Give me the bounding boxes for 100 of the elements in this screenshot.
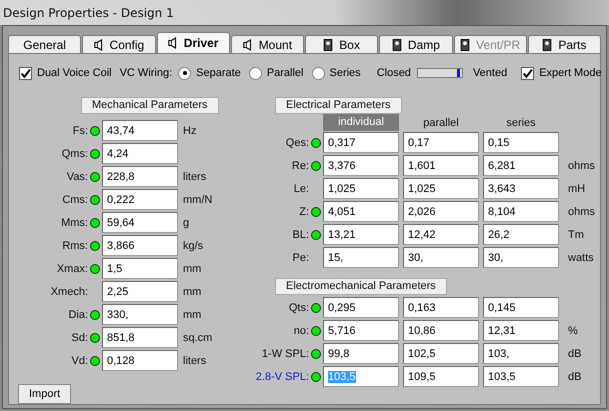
unit-label: watts (568, 252, 594, 264)
input-field[interactable]: 59,64 (102, 212, 178, 233)
unit-label: liters (183, 354, 206, 366)
input-field[interactable]: 2,026 (403, 201, 479, 222)
input-field[interactable]: 0,295 (323, 297, 399, 318)
input-field[interactable]: 0,128 (102, 350, 178, 371)
radio-button[interactable] (248, 66, 262, 80)
input-field[interactable]: 330, (102, 304, 178, 325)
input-field[interactable]: 102,5 (403, 343, 479, 364)
unit-label: mm (183, 308, 202, 320)
input-field[interactable]: 109,5 (403, 366, 479, 387)
input-field[interactable]: 43,74 (102, 120, 178, 141)
radio-button[interactable] (312, 66, 324, 80)
parameter-label: Fs: (72, 124, 88, 136)
unit-label: % (568, 324, 578, 336)
slider-label: Closed (376, 67, 411, 79)
parameter-label: Sd: (70, 332, 88, 344)
input-field[interactable]: 1,5 (102, 258, 178, 279)
input-field[interactable]: 6,281 (483, 155, 559, 176)
checkbox[interactable] (19, 66, 32, 80)
unit-label: mm (183, 262, 202, 274)
input-field[interactable]: 3,866 (102, 235, 178, 256)
column-header[interactable]: parallel (403, 116, 479, 128)
input-field[interactable]: 12,31 (483, 320, 559, 341)
slider-label: Vented (472, 67, 508, 79)
input-field[interactable]: 0,222 (102, 189, 178, 210)
section-header: Mechanical Parameters (81, 97, 219, 114)
radio-label: Separate (196, 67, 241, 79)
unit-label: mm (183, 286, 202, 298)
input-field[interactable]: 0,15 (483, 132, 559, 153)
unit-label: ohms (568, 160, 595, 172)
unit-label: sq.cm (183, 332, 212, 344)
checkbox[interactable] (521, 66, 534, 80)
input-field[interactable]: 99,8 (323, 343, 399, 364)
input-field[interactable]: 0,17 (403, 132, 479, 153)
input-field[interactable]: 13,21 (323, 224, 399, 245)
window-title: Design Properties - Design 1 (3, 6, 174, 20)
input-field[interactable]: 4,051 (323, 201, 399, 222)
input-field[interactable]: 103, (483, 343, 559, 364)
input-field[interactable]: 10,86 (403, 320, 479, 341)
parameter-label: Vas: (66, 170, 88, 182)
radio-button[interactable] (178, 66, 192, 80)
input-field[interactable]: 103,5 (483, 366, 559, 387)
unit-label: mH (568, 182, 586, 194)
radio-label: Parallel (266, 67, 304, 79)
tab[interactable]: Damp (379, 35, 452, 53)
parameter-label: Qes: (284, 136, 309, 148)
parameter-label: Qts: (288, 302, 309, 314)
tab[interactable]: General (8, 35, 82, 53)
parameter-label: Cms: (61, 194, 88, 206)
column-header[interactable]: individual (323, 114, 399, 131)
input-field[interactable]: 3,643 (483, 178, 559, 199)
slider-track[interactable] (416, 68, 463, 78)
input-field[interactable]: 1,601 (403, 155, 479, 176)
parameter-label: Mms: (60, 216, 88, 228)
input-field[interactable]: 12,42 (403, 224, 479, 245)
cabinet-icon (460, 38, 470, 50)
tab[interactable]: Driver (156, 32, 230, 53)
speaker-icon (242, 38, 253, 50)
vc-wiring-label: VC Wiring: (120, 67, 172, 79)
unit-label: liters (183, 170, 206, 182)
input-field[interactable]: 0,317 (323, 132, 399, 153)
parameter-label: Re: (290, 160, 309, 172)
input-field[interactable]: 2,25 (102, 281, 178, 302)
parameter-label: BL: (291, 228, 309, 240)
speaker-icon (94, 38, 104, 50)
unit-label: mm/N (183, 194, 212, 206)
input-field[interactable]: 26,2 (483, 224, 559, 245)
input-field[interactable]: 3,376 (323, 155, 399, 176)
tab[interactable]: Mount (230, 35, 304, 53)
tab[interactable]: Parts (528, 35, 601, 53)
import-button[interactable]: Import (18, 384, 72, 404)
input-field[interactable]: 851,8 (102, 327, 178, 348)
cabinet-icon (323, 38, 334, 50)
parameter-label: 1-W SPL: (260, 348, 309, 360)
input-field[interactable]: 4,24 (102, 143, 178, 164)
parameter-label: 2.8-V SPL: (254, 370, 309, 382)
input-field[interactable]: 0,145 (483, 297, 559, 318)
unit-label: Tm (568, 228, 584, 240)
input-field[interactable]: 30, (483, 247, 559, 268)
input-field[interactable]: 228,8 (102, 166, 178, 187)
slider-fill[interactable] (418, 69, 460, 77)
radio-label: Series (330, 67, 361, 79)
tab[interactable]: Config (82, 35, 156, 53)
input-field[interactable]: 1,025 (403, 178, 479, 199)
parameter-label: Xmax: (56, 262, 88, 274)
input-field[interactable]: 8,104 (483, 201, 559, 222)
column-header[interactable]: series (483, 116, 559, 128)
section-header: Electromechanical Parameters (275, 278, 447, 295)
input-field[interactable]: 5,716 (323, 320, 399, 341)
input-field[interactable]: 15, (323, 247, 399, 268)
unit-label: dB (568, 348, 582, 360)
input-field[interactable]: 1,025 (323, 178, 399, 199)
parameter-label: Z: (298, 206, 309, 218)
cabinet-icon (542, 38, 552, 50)
input-field[interactable]: 0,163 (403, 297, 479, 318)
parameter-label: Dia: (67, 308, 88, 320)
section-header: Electrical Parameters (275, 97, 402, 114)
input-field[interactable]: 30, (403, 247, 479, 268)
tab[interactable]: Box (305, 35, 378, 53)
